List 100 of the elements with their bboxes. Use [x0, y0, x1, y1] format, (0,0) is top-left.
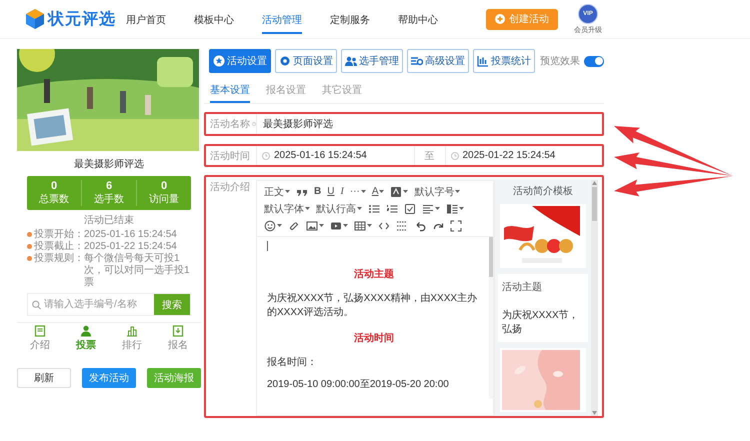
toggle-label: 预览效果 [540, 55, 580, 68]
tab-bar-item[interactable]: 排行 [109, 325, 155, 352]
bullet-dot [27, 232, 32, 237]
bullet-dot [27, 256, 32, 261]
caret-icon [459, 207, 464, 210]
tab-bar-item[interactable]: 报名 [155, 325, 201, 352]
tool-tab[interactable]: 页面设置 [275, 49, 337, 73]
toolbar-button[interactable]: U [324, 183, 338, 200]
nav-link[interactable]: 模板中心 [194, 4, 234, 34]
caret-icon [367, 224, 372, 227]
caret-icon [435, 207, 440, 210]
toolbar-button[interactable]: A [368, 183, 388, 200]
template-text: 为庆祝XXXX节，弘扬 [502, 308, 580, 336]
bullet-dot [27, 244, 32, 249]
date-value: 2025-01-22 15:24:54 [462, 150, 556, 161]
table-icon [354, 220, 366, 232]
nav-link[interactable]: 帮助中心 [398, 4, 438, 34]
caret-icon [343, 224, 348, 227]
status-text: 活动已结束 [83, 214, 135, 228]
nav-link[interactable]: 用户首页 [126, 4, 166, 34]
panel-title: 活动简介模板 [513, 184, 573, 198]
range-separator: 至 [424, 150, 434, 162]
image-icon [306, 220, 318, 232]
toolbar-button[interactable]: 默认字号 [411, 183, 464, 200]
caret-icon [319, 224, 324, 227]
document-icon [34, 325, 46, 337]
tab-bar-item[interactable]: 介绍 [17, 325, 63, 352]
field-label: 活动时间 [210, 150, 250, 162]
caret-icon [360, 190, 366, 193]
info-label: 投票截止： [34, 241, 84, 252]
caret-icon [379, 190, 384, 193]
stat-value: 0 [50, 180, 58, 192]
refresh-button[interactable]: 刷新 [17, 368, 71, 388]
tool-tab[interactable]: 选手管理 [341, 49, 403, 73]
caret-icon [455, 190, 460, 193]
bullet-list-icon [368, 202, 380, 214]
caret-icon [285, 190, 290, 193]
person-icon [80, 325, 92, 337]
tool-tab[interactable]: 投票统计 [473, 49, 535, 73]
stat-label: 选手数 [94, 192, 124, 206]
star-icon [213, 55, 225, 67]
users-icon [345, 55, 357, 67]
toolbar-button[interactable]: I [337, 183, 347, 200]
content-paragraph: 2019-05-10 09:00:00至2019-05-20 20:00 [267, 378, 450, 392]
date-field[interactable]: 2025-01-16 15:24:54 [256, 146, 414, 165]
info-label: 投票开始： [34, 229, 84, 240]
clock-icon [262, 152, 270, 160]
toolbar-button[interactable]: ··· [346, 183, 369, 200]
undo-icon [414, 220, 426, 232]
nav-link[interactable]: 定制服务 [330, 4, 370, 34]
caret-icon [357, 207, 362, 210]
toolbar-button[interactable]: 默认行高 [313, 200, 365, 217]
stat-label: 访问量 [149, 192, 179, 206]
text-field[interactable]: 最美摄影师评选 [256, 114, 602, 134]
logo-icon [26, 9, 44, 29]
toolbar-button[interactable]: B [311, 183, 324, 200]
date-value: 2025-01-16 15:24:54 [274, 150, 367, 161]
date-field[interactable]: 2025-01-22 15:24:54 [444, 146, 602, 165]
divider-icon [396, 220, 408, 232]
info-label: 投票规则： [34, 253, 84, 265]
stat-label: 总票数 [39, 192, 69, 206]
tab-bar-item[interactable]: 投票 [63, 325, 109, 352]
tool-tab[interactable]: 活动设置 [209, 49, 271, 73]
content-heading: 活动时间 [353, 332, 395, 346]
download-icon [172, 325, 184, 337]
stat-value: 0 [160, 180, 168, 192]
info-value: 2025-01-16 15:24:54 [84, 229, 177, 241]
content-paragraph: 为庆祝XXXX节，弘扬XXXX精神，由XXXX主办的XXXX评选活动。 [267, 292, 478, 320]
sliders-icon [411, 55, 423, 67]
sub-tab[interactable]: 基本设置 [210, 83, 250, 103]
caret-icon [403, 190, 408, 193]
stat-value: 6 [106, 180, 112, 192]
toggle-switch[interactable] [584, 56, 604, 66]
clock-icon [450, 152, 458, 160]
toolbar-button[interactable]: 默认字体 [261, 200, 313, 217]
background-color-icon [390, 186, 402, 198]
numbered-list-icon [386, 202, 398, 214]
info-value: 每个微信号每天可投1次，可以对同一选手投1票 [84, 253, 191, 289]
align-icon [422, 202, 434, 214]
bar-chart-icon [477, 55, 489, 67]
fullscreen-icon [450, 220, 462, 232]
plus-icon [495, 14, 505, 24]
toolbar-button[interactable]: 正文 [261, 183, 293, 200]
link-icon [288, 220, 300, 232]
field-label: 活动介绍 [210, 181, 250, 194]
indent-icon [446, 202, 458, 214]
activity-title: 最美摄影师评选 [73, 158, 145, 172]
emoji-icon [264, 220, 276, 232]
bar-chart-icon [126, 325, 138, 337]
logo-text: 状元评选 [48, 10, 116, 30]
nav-link[interactable]: 活动管理 [262, 4, 302, 34]
template-title: 活动主题 [502, 280, 543, 294]
editor-content[interactable]: 活动主题 为庆祝XXXX节，弘扬XXXX精神，由XXXX主办的XXXX评选活动。 活动时间 报名时间： 2019-05-10 09:00:00至2019-05-20 20:00 [257, 237, 493, 399]
caret-icon [305, 207, 310, 210]
field-label: 活动名称 [210, 118, 250, 131]
template-card[interactable]: 活动主题 为庆祝XXXX节，弘扬 [498, 274, 588, 342]
caret-icon [277, 224, 282, 227]
tool-tab[interactable]: 高级设置 [407, 49, 469, 73]
content-heading: 活动主题 [353, 267, 395, 282]
text-cursor [267, 241, 268, 251]
